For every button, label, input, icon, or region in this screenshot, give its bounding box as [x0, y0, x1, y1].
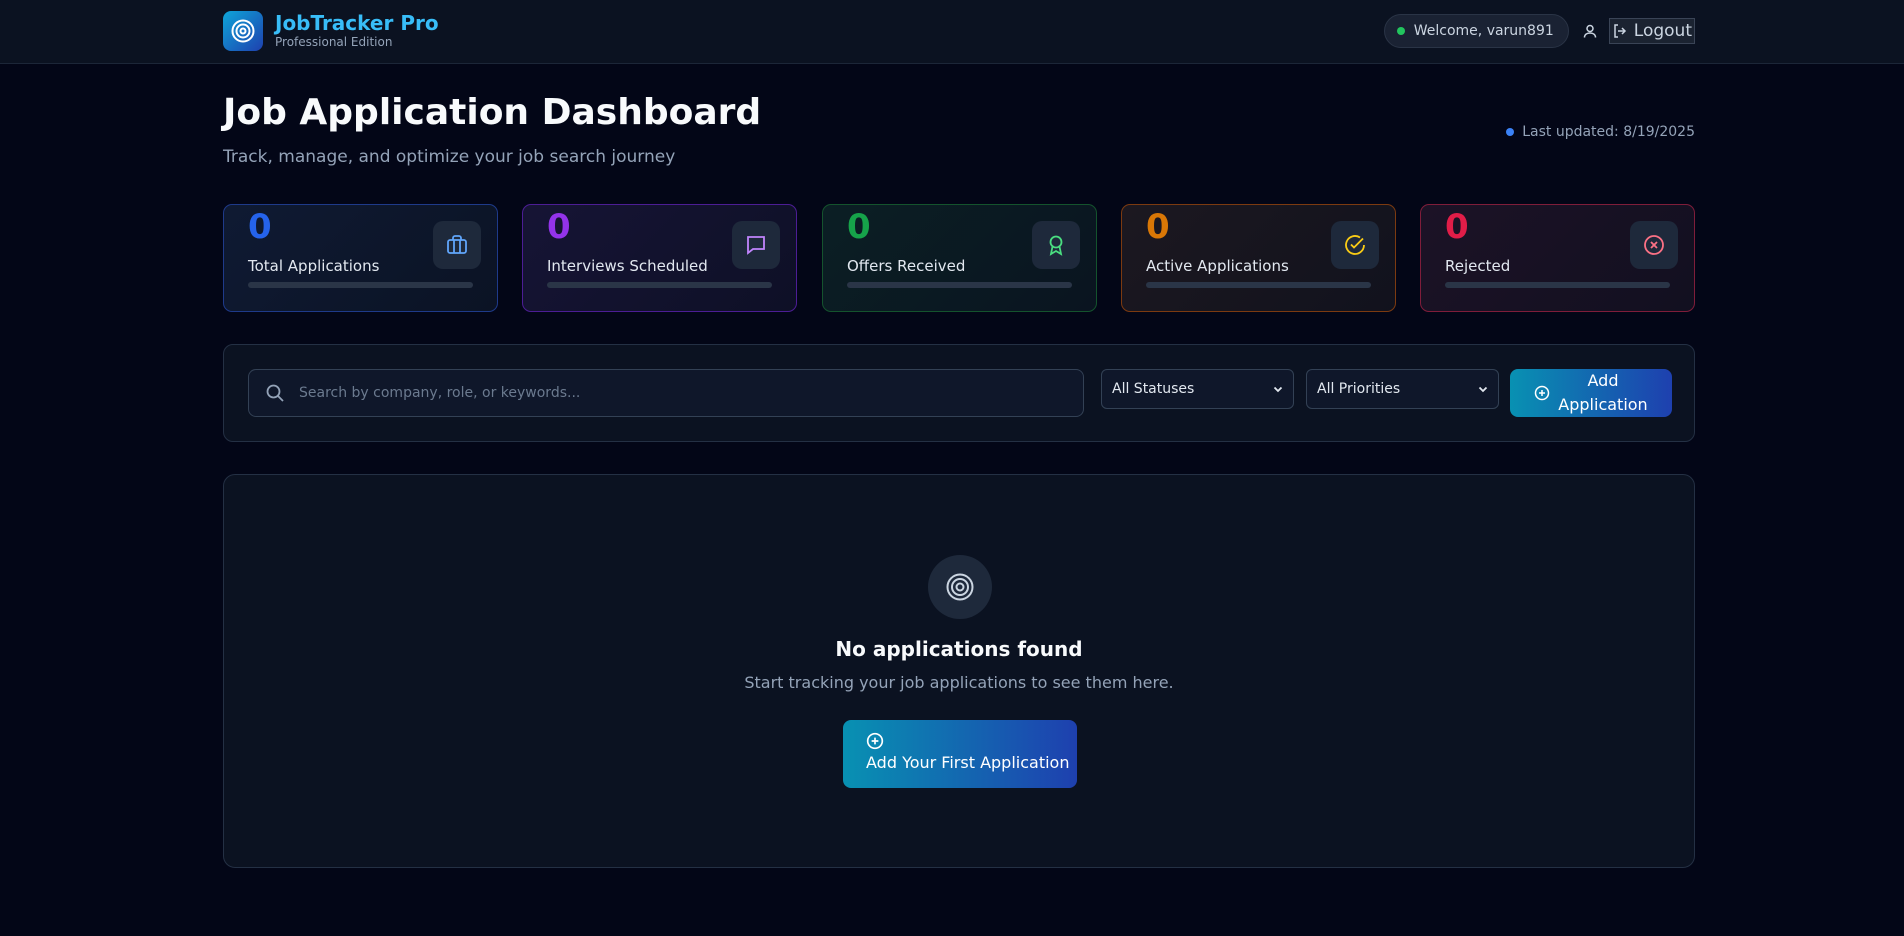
user-icon[interactable]: [1581, 22, 1599, 40]
stat-label: Interviews Scheduled: [547, 257, 708, 275]
status-filter-value: All Statuses: [1112, 381, 1195, 397]
user-area: Welcome, varun891 Logout: [1383, 14, 1695, 48]
online-status-dot: [1396, 27, 1405, 35]
stat-value: 0: [1146, 207, 1170, 247]
stat-label: Rejected: [1445, 257, 1511, 275]
stat-value: 0: [248, 207, 272, 247]
chevron-down-icon: [1273, 386, 1283, 393]
stat-progress-bar: [547, 282, 772, 288]
add-first-application-label: Add Your First Application: [866, 753, 1070, 772]
x-circle-icon: [1630, 221, 1678, 269]
stat-card-interviews: 0 Interviews Scheduled: [522, 204, 797, 312]
status-filter-select[interactable]: All Statuses: [1101, 369, 1294, 409]
stat-card-offers: 0 Offers Received: [822, 204, 1097, 312]
stat-label: Total Applications: [248, 257, 380, 275]
stat-progress-bar: [847, 282, 1072, 288]
add-first-application-button[interactable]: Add Your First Application: [843, 720, 1077, 788]
page-subtitle: Track, manage, and optimize your job sea…: [223, 147, 676, 167]
welcome-badge: Welcome, varun891: [1383, 14, 1569, 48]
add-application-button[interactable]: Add Application: [1510, 369, 1672, 417]
stat-progress-bar: [1445, 282, 1670, 288]
brand[interactable]: JobTracker Pro Professional Edition: [223, 11, 439, 51]
plus-circle-icon: [866, 732, 884, 750]
add-label-line2: Application: [1558, 395, 1648, 414]
stat-value: 0: [1445, 207, 1469, 247]
search-icon: [266, 384, 284, 402]
message-icon: [732, 221, 780, 269]
target-icon: [223, 11, 263, 51]
applications-list-panel: No applications found Start tracking you…: [223, 474, 1695, 868]
empty-state-subtitle: Start tracking your job applications to …: [744, 673, 1174, 692]
logout-button[interactable]: Logout: [1608, 18, 1695, 44]
filter-panel: All Statuses All Priorities Add Applicat…: [223, 344, 1695, 442]
stat-card-total: 0 Total Applications: [223, 204, 498, 312]
stat-value: 0: [847, 207, 871, 247]
stat-label: Active Applications: [1146, 257, 1289, 275]
brand-text: JobTracker Pro Professional Edition: [275, 12, 439, 50]
last-updated: Last updated: 8/19/2025: [1506, 124, 1695, 140]
update-indicator-dot: [1506, 128, 1515, 136]
stat-card-active: 0 Active Applications: [1121, 204, 1396, 312]
search-input[interactable]: [299, 385, 1083, 401]
plus-circle-icon: [1535, 385, 1550, 401]
briefcase-icon: [433, 221, 481, 269]
stat-card-rejected: 0 Rejected: [1420, 204, 1695, 312]
last-updated-text: Last updated: 8/19/2025: [1522, 124, 1695, 140]
empty-state-title: No applications found: [835, 637, 1083, 661]
chevron-down-icon: [1478, 386, 1488, 393]
priority-filter-select[interactable]: All Priorities: [1306, 369, 1499, 409]
add-label-line1: Add: [1587, 371, 1619, 390]
stat-progress-bar: [1146, 282, 1371, 288]
stat-progress-bar: [248, 282, 473, 288]
check-circle-icon: [1331, 221, 1379, 269]
app-title: JobTracker Pro: [275, 11, 439, 35]
stat-value: 0: [547, 207, 571, 247]
award-icon: [1032, 221, 1080, 269]
add-application-label: Add Application: [1558, 369, 1647, 417]
app-subtitle: Professional Edition: [275, 35, 393, 49]
search-box[interactable]: [248, 369, 1084, 417]
page-title: Job Application Dashboard: [223, 92, 762, 133]
logout-icon: [1614, 24, 1626, 38]
stat-label: Offers Received: [847, 257, 966, 275]
logout-label: Logout: [1633, 21, 1692, 41]
welcome-text: Welcome, varun891: [1413, 23, 1554, 39]
priority-filter-value: All Priorities: [1317, 381, 1401, 397]
target-icon: [928, 555, 992, 619]
